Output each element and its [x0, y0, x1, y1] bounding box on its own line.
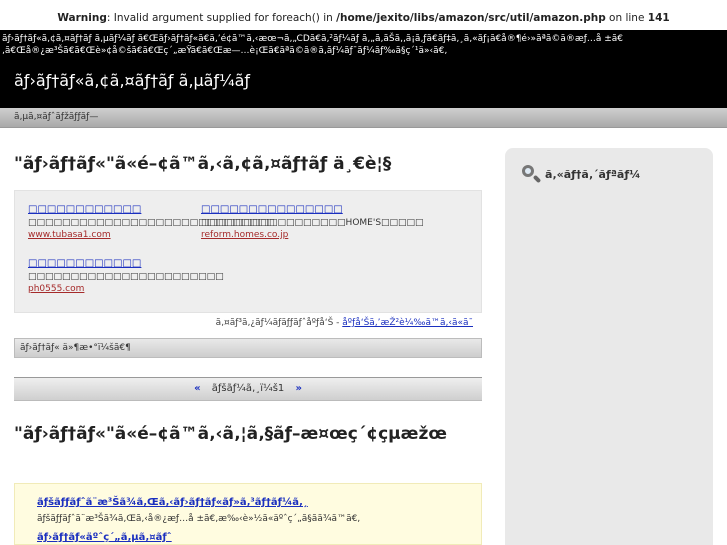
- site-header: ãƒ›ãƒ†ãƒ«ã‚¢ã‚¤ãƒ†ãƒ ã‚µãƒ¼ãƒ ã€Œãƒ›ãƒ†ã…: [0, 30, 727, 108]
- pager-prev-link[interactable]: «: [194, 383, 200, 394]
- ad-title-link[interactable]: □□□□□□□□□□□□: [28, 257, 198, 271]
- ad-url-link[interactable]: www.tubasa1.com: [28, 229, 198, 241]
- web-result-box: ãƒšãƒƒãƒˆã¨æ³Šã¾ã‚Œã‚‹ãƒ›ãƒ†ãƒ«ãƒ»ã‚³ãƒ†…: [14, 483, 482, 545]
- ad-text: □□□□□□□□□□□□□□□□□□□□□□□□□□□□□: [28, 218, 275, 228]
- site-title: ãƒ›ãƒ†ãƒ«ã‚¢ã‚¤ãƒ†ãƒ ã‚µãƒ¼ãƒ: [14, 70, 250, 92]
- warning-line-number: 141: [647, 12, 670, 24]
- pager-current: ãƒšãƒ¼ã‚¸ï¼š1: [211, 383, 285, 394]
- pager-next-link[interactable]: »: [295, 383, 301, 394]
- ad-item: □□□□□□□□□□□□ □□□□□□□□□□□□□□□□□□□□□□□□□□□…: [28, 203, 275, 241]
- magnifier-icon: [521, 164, 542, 184]
- ad-text: □□□□□□□□□□□□□□□□□HOME'S□□□□□: [201, 218, 424, 228]
- result-snippet: ãƒšãƒƒãƒˆã¨æ³Šã¾ã‚Œã‚‹å®¿æƒ…å ±ã€‚æ‰‹è»½…: [37, 514, 361, 524]
- sidebar-category-heading: ã‚«ãƒ†ã‚´ãƒªãƒ¼: [521, 164, 641, 184]
- ad-url-link[interactable]: ph0555.com: [28, 283, 198, 295]
- ads-by-link[interactable]: åºƒå‘Šã‚’æŽ²è¼‰ã™ã‚‹ã«ã¯: [342, 318, 473, 328]
- ads-by-google: ã‚¤ãƒ³ã‚¿ãƒ¼ãƒãƒƒãƒˆåºƒå‘Š - åºƒå‘Šã‚’æŽ…: [216, 318, 473, 328]
- result-title-link[interactable]: ãƒšãƒƒãƒˆã¨æ³Šã¾ã‚Œã‚‹ãƒ›ãƒ†ãƒ«ãƒ»ã‚³ãƒ†…: [37, 497, 308, 508]
- ad-item: □□□□□□□□□□□□□□□ □□□□□□□□□□□□□□□□□HOME'S□…: [201, 203, 424, 241]
- warning-label: Warning: [57, 12, 107, 24]
- section-heading: "ãƒ›ãƒ†ãƒ«"ã«é–¢ã™ã‚‹ã‚¦ã‚§ãƒ–æ¤œç´¢çµæž…: [14, 424, 447, 444]
- page-title: "ãƒ›ãƒ†ãƒ«"ã«é–¢ã™ã‚‹ã‚¢ã‚¤ãƒ†ãƒ ä¸€è¦§: [14, 154, 392, 174]
- sidebar-heading-label: ã‚«ãƒ†ã‚´ãƒªãƒ¼: [545, 167, 641, 181]
- result-title-link[interactable]: ãƒ›ãƒ†ãƒ«äºˆç´„ã‚µã‚¤ãƒˆ: [37, 532, 172, 543]
- ad-title-link[interactable]: □□□□□□□□□□□□□□□: [201, 203, 361, 217]
- main-content: "ãƒ›ãƒ†ãƒ«"ã«é–¢ã™ã‚‹ã‚¢ã‚¤ãƒ†ãƒ ä¸€è¦§ …: [0, 128, 495, 545]
- ad-url-link[interactable]: reform.homes.co.jp: [201, 229, 361, 241]
- warning-on-line: on line: [605, 12, 648, 24]
- pagination: « ãƒšãƒ¼ã‚¸ï¼š1 »: [14, 377, 482, 401]
- nav-item-sitemap[interactable]: ã‚µã‚¤ãƒˆãƒžãƒƒãƒ—: [14, 112, 98, 122]
- ad-item: □□□□□□□□□□□□ □□□□□□□□□□□□□□□□□□□□□□□ ph0…: [28, 257, 224, 295]
- php-warning: Warning: Invalid argument supplied for f…: [0, 0, 727, 30]
- result-count-bar: ãƒ›ãƒ†ãƒ« ä»¶æ•°ï¼šã€¶: [14, 338, 482, 358]
- nav-bar: ã‚µã‚¤ãƒˆãƒžãƒƒãƒ—: [0, 108, 727, 128]
- site-title-link[interactable]: ãƒ›ãƒ†ãƒ«ã‚¢ã‚¤ãƒ†ãƒ ã‚µãƒ¼ãƒ: [14, 71, 250, 90]
- sidebar: ã‚«ãƒ†ã‚´ãƒªãƒ¼: [505, 148, 713, 545]
- ad-title-link[interactable]: □□□□□□□□□□□□: [28, 203, 198, 217]
- ads-by-text: ã‚¤ãƒ³ã‚¿ãƒ¼ãƒãƒƒãƒˆåºƒå‘Š -: [215, 318, 343, 328]
- ad-box: □□□□□□□□□□□□ □□□□□□□□□□□□□□□□□□□□□□□□□□□…: [14, 190, 482, 313]
- ad-text: □□□□□□□□□□□□□□□□□□□□□□□: [28, 272, 224, 282]
- warning-message: : Invalid argument supplied for foreach(…: [106, 12, 337, 24]
- site-description: ãƒ›ãƒ†ãƒ«ã‚¢ã‚¤ãƒ†ãƒ ã‚µãƒ¼ãƒ ã€Œãƒ›ãƒ†ã…: [2, 34, 624, 56]
- warning-path: /home/jexito/libs/amazon/src/util/amazon…: [336, 12, 606, 24]
